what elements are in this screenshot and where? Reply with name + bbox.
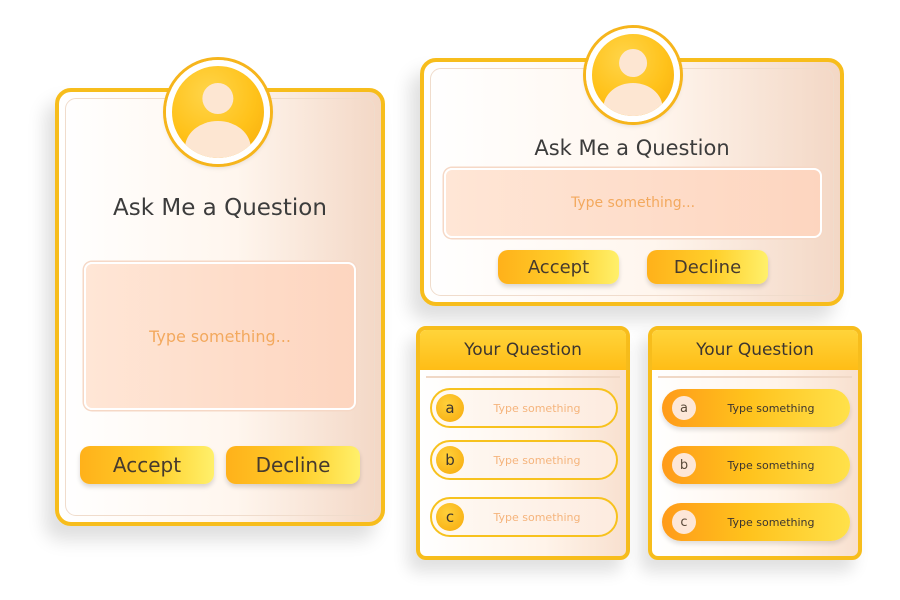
- option-letter-badge: c: [436, 503, 464, 531]
- header-divider: [658, 376, 852, 378]
- decline-button[interactable]: Decline: [226, 446, 360, 484]
- option-text: Type something: [493, 401, 581, 415]
- question-card-outline: Your Question a Type something b Type so…: [416, 326, 630, 560]
- option-text: Type something: [493, 510, 581, 524]
- accept-button[interactable]: Accept: [80, 446, 214, 484]
- option-letter-badge: b: [672, 453, 696, 477]
- user-avatar-icon: [586, 28, 680, 122]
- option-text: Type something: [493, 453, 581, 467]
- avatar-body: [603, 83, 663, 116]
- card-title: Ask Me a Question: [534, 136, 730, 160]
- option-letter-badge: c: [672, 510, 696, 534]
- avatar-head: [619, 48, 647, 77]
- question-header: Your Question: [652, 330, 858, 370]
- answer-option-b[interactable]: b Type something: [662, 446, 850, 484]
- header-divider: [426, 376, 620, 378]
- accept-button[interactable]: Accept: [498, 250, 619, 284]
- avatar-head: [202, 82, 234, 114]
- answer-option-c[interactable]: c Type something: [430, 497, 618, 537]
- answer-option-a[interactable]: a Type something: [662, 389, 850, 427]
- user-avatar-icon: [166, 60, 270, 164]
- option-letter-badge: b: [436, 446, 464, 474]
- option-text: Type something: [727, 458, 815, 472]
- option-letter-badge: a: [436, 394, 464, 422]
- card-title: Ask Me a Question: [113, 195, 327, 221]
- answer-option-c[interactable]: c Type something: [662, 503, 850, 541]
- option-text: Type something: [727, 515, 815, 529]
- option-letter-badge: a: [672, 396, 696, 420]
- option-text: Type something: [727, 401, 815, 415]
- question-input[interactable]: Type something...: [444, 168, 822, 238]
- avatar-body: [184, 121, 252, 158]
- answer-option-b[interactable]: b Type something: [430, 440, 618, 480]
- question-input[interactable]: Type something...: [84, 262, 356, 410]
- decline-button[interactable]: Decline: [647, 250, 768, 284]
- question-card-filled: Your Question a Type something b Type so…: [648, 326, 862, 560]
- answer-option-a[interactable]: a Type something: [430, 388, 618, 428]
- question-header: Your Question: [420, 330, 626, 370]
